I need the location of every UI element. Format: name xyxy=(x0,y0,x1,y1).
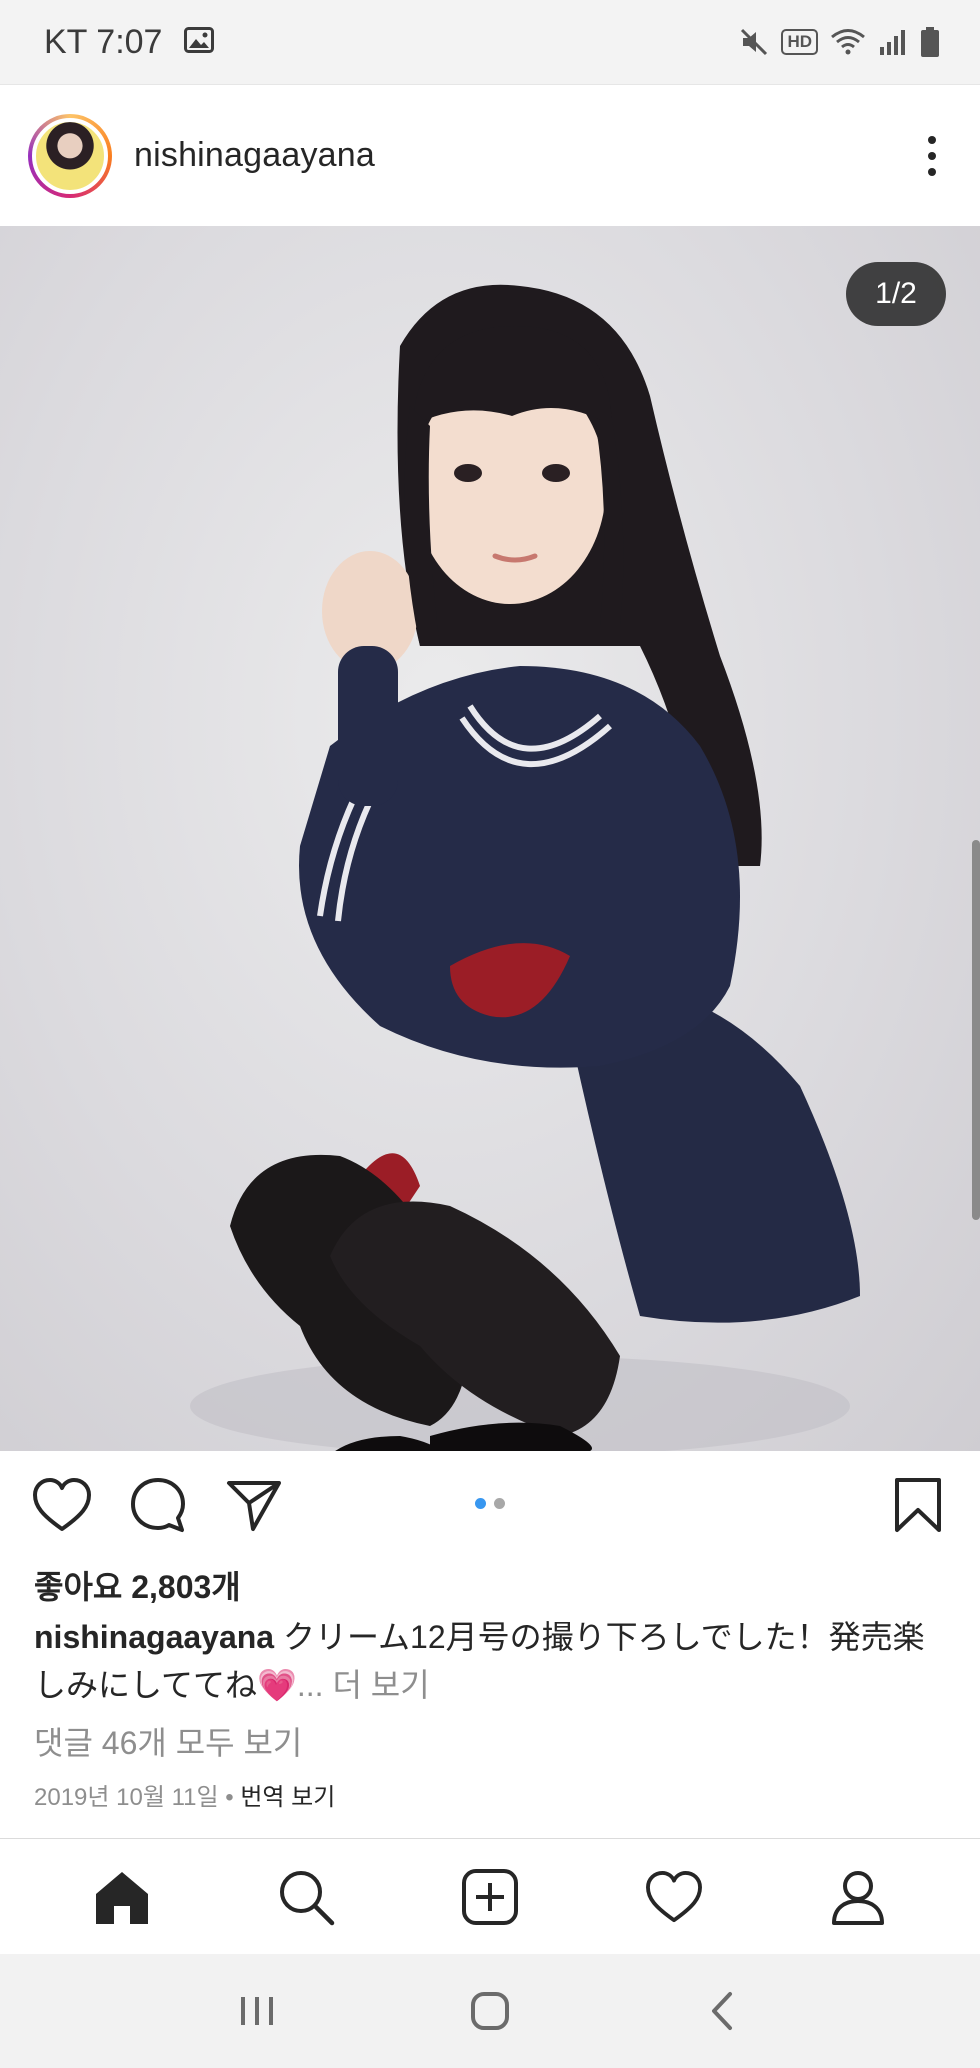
comment-icon[interactable] xyxy=(128,1475,188,1535)
more-options-icon[interactable] xyxy=(912,126,952,186)
back-icon[interactable] xyxy=(683,1971,763,2051)
battery-icon xyxy=(920,26,940,58)
carousel-dot-active xyxy=(475,1498,486,1509)
post-date-row: 2019년 10월 11일 • 번역 보기 xyxy=(34,1777,335,1812)
avatar[interactable] xyxy=(28,113,112,198)
likes-count[interactable]: 좋아요 2,803개 xyxy=(34,1562,241,1608)
system-nav-bar xyxy=(0,1954,980,2068)
save-bookmark-icon[interactable] xyxy=(888,1475,948,1535)
activity-icon[interactable] xyxy=(634,1857,714,1937)
bottom-nav xyxy=(0,1838,980,1954)
date-separator: • xyxy=(218,1784,241,1811)
scrollbar-thumb[interactable] xyxy=(972,840,980,1220)
signal-icon xyxy=(878,27,908,57)
caption: nishinagaayana クリーム12月号の撮り下ろしでした！発売楽しみにし… xyxy=(34,1613,946,1709)
avatar-image xyxy=(32,117,108,194)
search-icon[interactable] xyxy=(266,1857,346,1937)
like-heart-icon[interactable] xyxy=(32,1475,92,1535)
translate-link[interactable]: 번역 보기 xyxy=(240,1784,335,1811)
new-post-icon[interactable] xyxy=(450,1857,530,1937)
carousel-indicator xyxy=(475,1498,505,1509)
home-button-icon[interactable] xyxy=(450,1971,530,2051)
caption-username[interactable]: nishinagaayana xyxy=(34,1619,274,1655)
post-username[interactable]: nishinagaayana xyxy=(134,136,375,175)
photo-illustration xyxy=(190,284,860,1451)
share-send-icon[interactable] xyxy=(224,1475,284,1535)
home-icon[interactable] xyxy=(82,1857,162,1937)
post-date: 2019년 10월 11일 xyxy=(34,1784,219,1811)
status-bar: KT 7:07 HD xyxy=(0,0,980,84)
recent-apps-icon[interactable] xyxy=(217,1971,297,2051)
profile-icon[interactable] xyxy=(818,1857,898,1937)
caption-more-link[interactable]: ... 더 보기 xyxy=(297,1667,430,1703)
wifi-icon xyxy=(830,27,866,57)
hd-badge: HD xyxy=(781,29,818,55)
post-header: nishinagaayana xyxy=(0,84,980,226)
carousel-dot xyxy=(494,1498,505,1509)
mute-icon xyxy=(739,27,769,57)
image-counter: 1/2 xyxy=(846,262,946,326)
post-photo[interactable]: 1/2 xyxy=(0,226,980,1451)
gallery-icon xyxy=(184,23,215,62)
caption-emoji: 💗 xyxy=(257,1667,297,1703)
carrier-time: KT 7:07 xyxy=(44,22,163,61)
post-actions xyxy=(0,1451,980,1559)
view-all-comments-link[interactable]: 댓글 46개 모두 보기 xyxy=(34,1718,302,1764)
